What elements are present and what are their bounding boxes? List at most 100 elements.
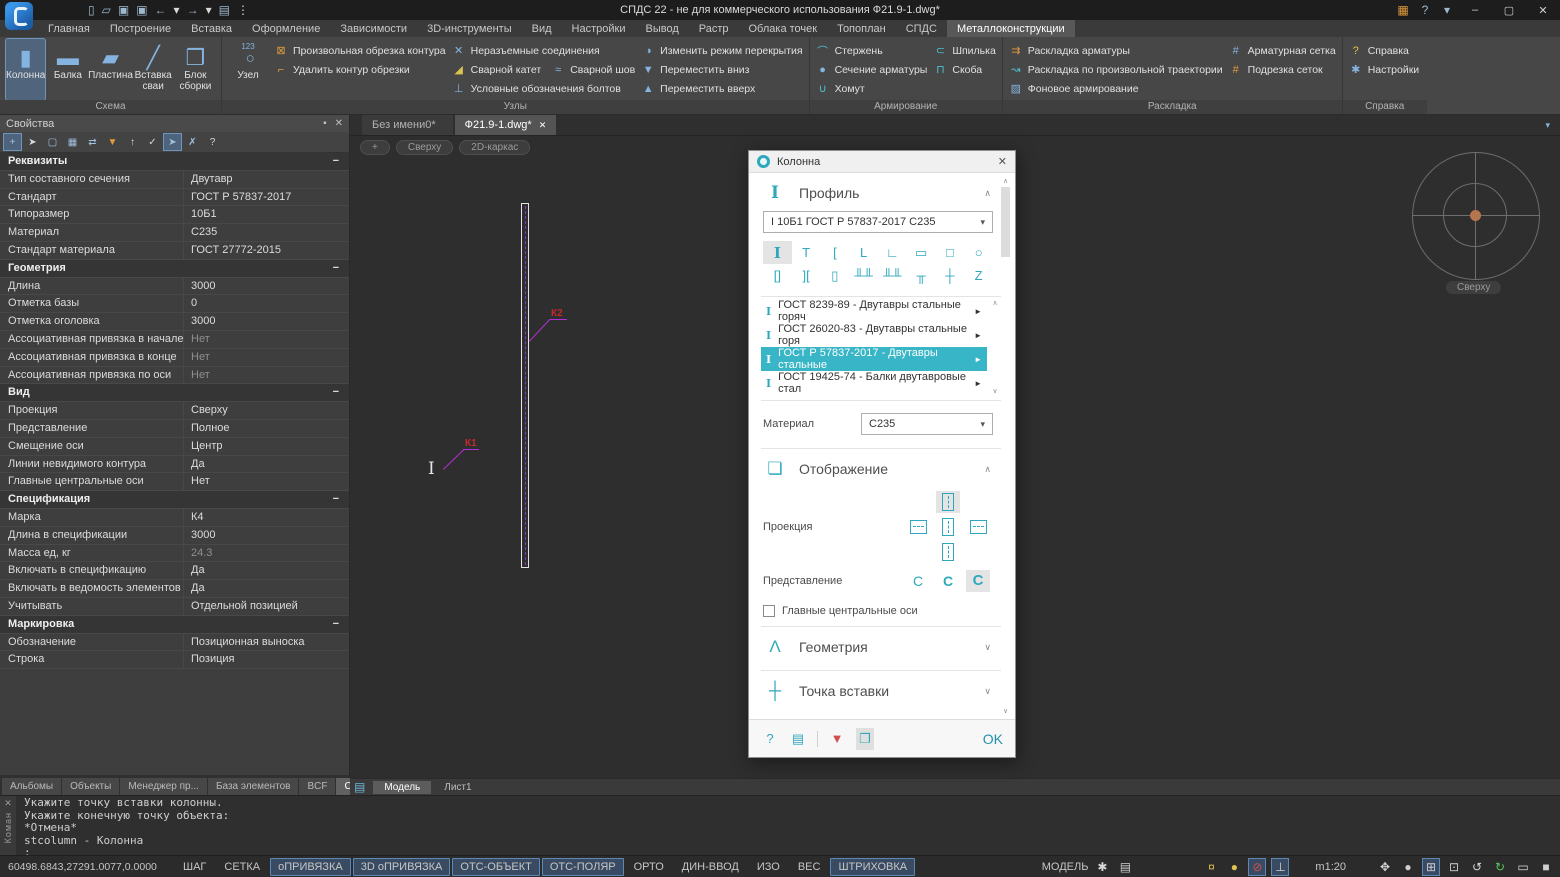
profile-type-icon[interactable]: ][ [792,264,821,287]
ribbon-tab[interactable]: Топоплан [827,20,896,37]
standard-list-item[interactable]: I ГОСТ 19425-74 - Балки двутавровые стал… [761,371,987,395]
projection-left-icon[interactable] [906,516,930,538]
status-icon[interactable]: ▤ [1116,858,1134,876]
status-icon[interactable]: ⊘ [1248,858,1266,876]
selection-tool-icon[interactable]: ➤ [24,134,41,150]
document-tab[interactable]: Ф21.9-1.dwg* ✕ [455,115,557,135]
ribbon-tab[interactable]: Зависимости [330,20,417,37]
profile-type-icon[interactable]: Z [964,264,993,287]
status-icon[interactable]: ¤ [1202,858,1220,876]
ribbon-tab[interactable]: Металлоконструкции [947,20,1075,37]
ribbon-big-button[interactable]: ▬ Балка [48,39,87,100]
projection-front-icon[interactable] [936,516,960,538]
selection-tool-icon[interactable]: + [4,134,21,150]
property-row[interactable]: Главные центральные оси Нет [0,473,349,491]
model-space-label[interactable]: МОДЕЛЬ [1042,861,1089,873]
profile-type-icon[interactable]: ▯ [821,264,850,287]
profile-type-icon[interactable]: ╥ [907,264,936,287]
ribbon-small-button[interactable]: ✱ Настройки [1349,62,1420,77]
quick-access-icon[interactable]: ⋮ [237,0,249,20]
scroll-down-icon[interactable]: ∨ [992,387,997,395]
mode-toggle-button[interactable]: ШТРИХОВКА [830,858,915,876]
standard-list-item[interactable]: I ГОСТ Р 57837-2017 - Двутавры стальные … [761,347,987,371]
projection-right-icon[interactable] [966,516,990,538]
collapse-icon[interactable]: − [333,155,339,167]
chevron-up-icon[interactable]: ∧ [984,188,991,199]
ribbon-tab[interactable]: Облака точек [739,20,828,37]
leader-line-k1[interactable] [443,449,465,470]
projection-bottom-icon[interactable] [936,541,960,563]
ribbon-small-button[interactable]: ≈ Сварной шов [551,62,635,77]
profile-type-icon[interactable]: ▭ [907,241,936,264]
profile-type-icon[interactable]: □ [936,241,965,264]
ribbon-small-button[interactable]: ⊠ Произвольная обрезка контура [274,43,446,58]
axes-checkbox[interactable] [763,605,775,617]
quick-access-icon[interactable]: ▾ [206,0,212,20]
status-icon[interactable]: ⊥ [1271,858,1289,876]
status-icon[interactable]: ✱ [1093,858,1111,876]
selection-tool-icon[interactable]: ✗ [184,134,201,150]
property-row[interactable]: Стандарт материала ГОСТ 27772-2015 [0,242,349,260]
representation-simplified-icon[interactable]: С [936,570,960,592]
navigation-icon[interactable]: ⊞ [1422,858,1440,876]
scroll-up-icon[interactable]: ∧ [992,299,997,307]
expand-arrow-icon[interactable]: ► [974,355,982,364]
collapse-icon[interactable]: − [333,618,339,630]
ribbon-small-button[interactable]: ◢ Сварной катет [452,62,542,77]
collapse-icon[interactable]: − [333,386,339,398]
panel-close-icon[interactable]: ✕ [335,118,343,129]
insert-point-section-header[interactable]: ┼ Точка вставки ∨ [763,671,993,709]
pin-icon[interactable]: ▪ [323,118,327,129]
profile-type-icon[interactable]: ╨╨ [849,264,878,287]
panel-tab[interactable]: Менеджер пр... [120,778,207,795]
ribbon-small-button[interactable]: ↝ Раскладка по произвольной траектории [1009,62,1223,77]
ribbon-tab[interactable]: Растр [689,20,739,37]
panel-tab[interactable]: Альбомы [2,778,61,795]
property-row[interactable]: Вид − [0,384,349,402]
ribbon-small-button[interactable]: # Арматурная сетка [1229,43,1336,58]
property-row[interactable]: Строка Позиция [0,651,349,669]
navigation-icon[interactable]: ✥ [1376,858,1394,876]
panel-tab[interactable]: База элементов [208,778,299,795]
selection-tool-icon[interactable]: ▦ [64,134,81,150]
property-row[interactable]: Обозначение Позиционная выноска [0,634,349,652]
expand-arrow-icon[interactable]: ► [974,331,982,340]
leader-line-k2[interactable] [529,319,550,342]
mark-label-k1[interactable]: К1 [465,438,477,449]
geometry-section-header[interactable]: Λ Геометрия ∨ [763,627,993,665]
mode-toggle-button[interactable]: ВЕС [790,858,829,876]
property-row[interactable]: Ассоциативная привязка в начале Нет [0,331,349,349]
profile-section-header[interactable]: I Профиль ∧ [763,173,993,211]
ribbon-big-button[interactable]: ❒ Блок сборки [176,39,215,100]
node-button[interactable]: 123 ○ Узел [228,39,268,100]
ribbon-small-button[interactable]: ⌒ Стержень [816,43,928,58]
quick-access-icon[interactable]: ▣ [136,0,147,20]
ribbon-tab[interactable]: Настройки [562,20,636,37]
close-button[interactable]: ✕ [1526,4,1560,17]
selection-tool-icon[interactable]: ? [204,134,221,150]
property-row[interactable]: Спецификация − [0,491,349,509]
dialog-footer-icon[interactable]: ▤ [789,728,807,750]
maximize-button[interactable]: ▢ [1492,4,1526,17]
collapse-icon[interactable]: − [333,493,339,505]
profile-select[interactable]: I 10Б1 ГОСТ Р 57837-2017 С235 ▾ [763,211,993,233]
ribbon-tab[interactable]: Вставка [181,20,242,37]
property-row[interactable]: Отметка оголовка 3000 [0,313,349,331]
dialog-scrollbar[interactable]: ∧ ∨ [999,177,1012,715]
titlebar-icon[interactable]: ▦ [1392,0,1414,20]
property-row[interactable]: Длина 3000 [0,278,349,296]
ribbon-tab[interactable]: Вид [522,20,562,37]
view-control-pill[interactable]: 2D-каркас [459,140,530,155]
tab-overflow-icon[interactable]: ▾ [1535,120,1560,131]
property-row[interactable]: Ассоциативная привязка по оси Нет [0,367,349,385]
ribbon-small-button[interactable]: ⊂ Шпилька [933,43,995,58]
selection-tool-icon[interactable]: ▢ [44,134,61,150]
layout-tab[interactable]: Лист1 [433,781,482,794]
quick-access-icon[interactable]: ▤ [219,0,230,20]
command-history[interactable]: Укажите точку вставки колонны. Укажите к… [16,796,1560,855]
mode-toggle-button[interactable]: ОРТО [626,858,672,876]
ribbon-small-button[interactable]: ? Справка [1349,43,1420,58]
property-row[interactable]: Ассоциативная привязка в конце Нет [0,349,349,367]
navigation-icon[interactable]: ● [1399,858,1417,876]
chevron-up-icon[interactable]: ∧ [984,464,991,475]
